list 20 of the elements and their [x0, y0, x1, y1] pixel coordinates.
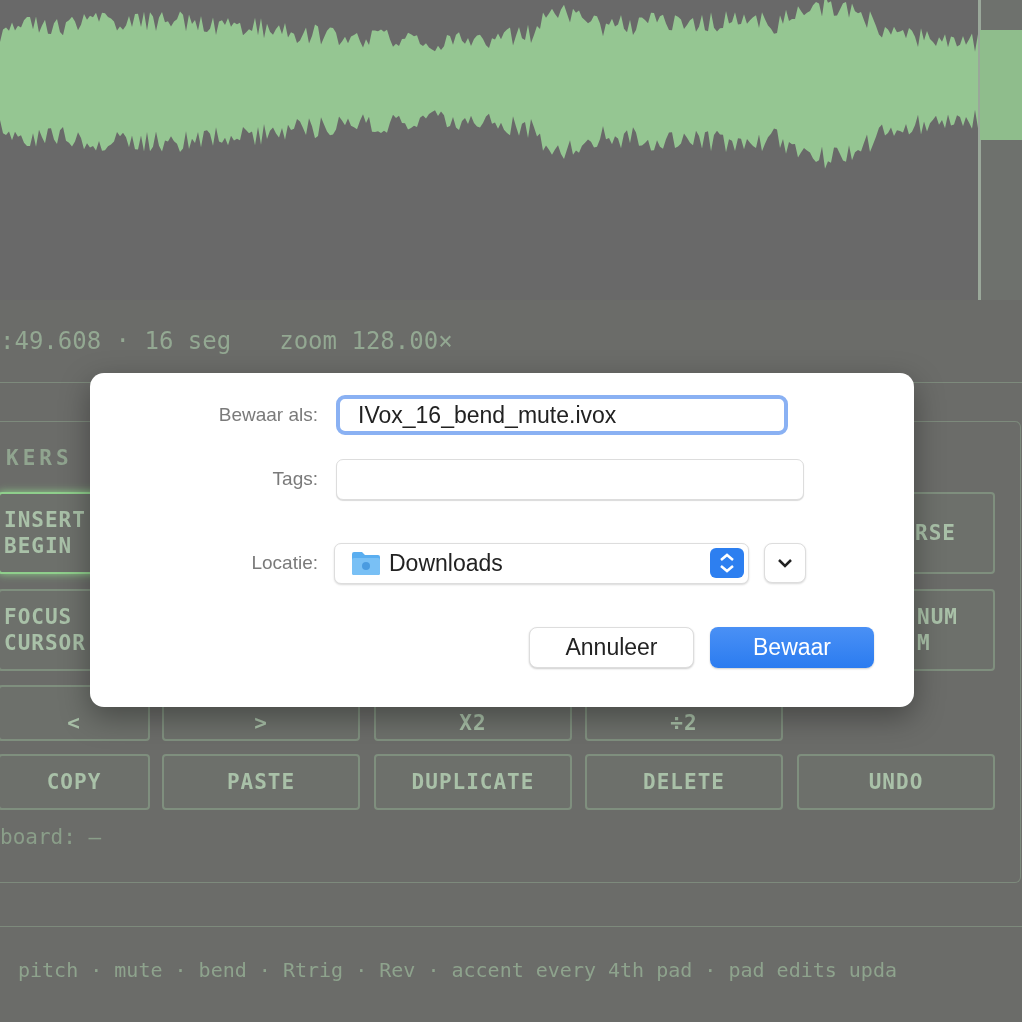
location-popup[interactable]: Downloads: [334, 542, 749, 584]
filename-field[interactable]: IVox_16_bend_mute.ivox: [336, 395, 788, 435]
tags-field[interactable]: [336, 458, 804, 500]
save-button[interactable]: Bewaar: [710, 626, 874, 668]
field-label: Bewaar als:: [217, 404, 318, 426]
field-label: Tags:: [271, 468, 318, 490]
folder-icon: [351, 550, 381, 576]
tool-button[interactable]: PASTE: [162, 754, 360, 810]
stepper-icon: [710, 548, 744, 578]
expand-button[interactable]: [764, 543, 806, 583]
tool-button[interactable]: UNDO: [797, 754, 995, 810]
tool-button[interactable]: DELETE: [585, 754, 783, 810]
tool-button[interactable]: DUPLICATE: [374, 754, 572, 810]
zoom-readout: zoom 128.00×: [279, 327, 453, 355]
panel-heading: KERS: [6, 446, 73, 470]
cancel-button[interactable]: Annuleer: [529, 626, 694, 668]
field-label: Locatie:: [250, 552, 318, 574]
position-readout: :49.608 · 16 seg: [0, 327, 232, 355]
chevron-down-icon: [778, 558, 792, 568]
tool-button[interactable]: COPY: [0, 754, 150, 810]
